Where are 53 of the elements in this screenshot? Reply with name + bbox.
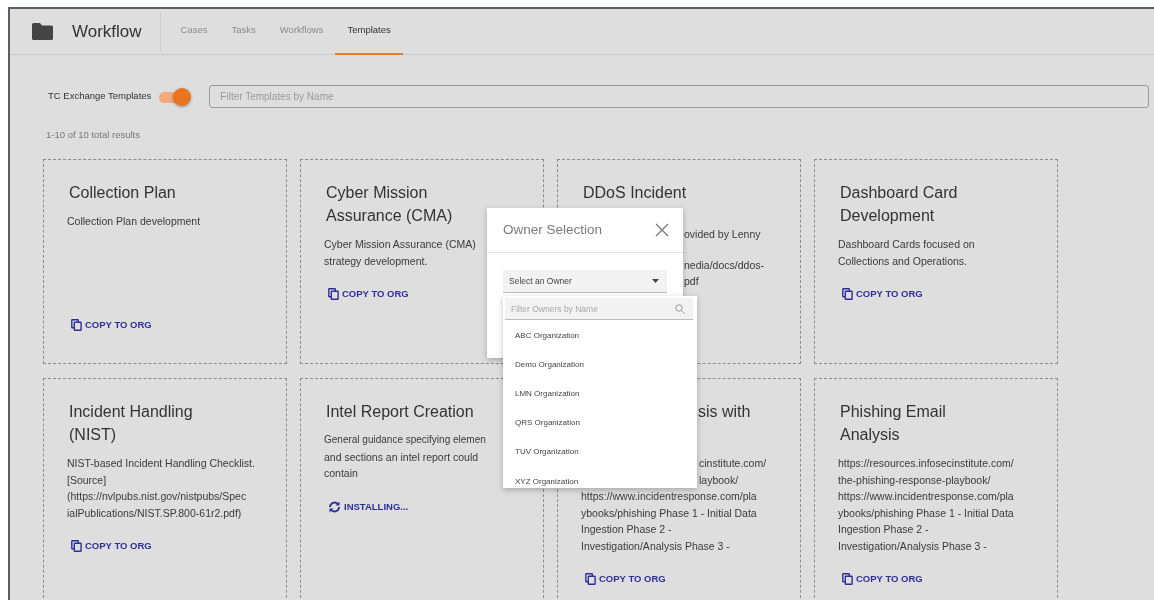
owner-filter-field[interactable]: Filter Owners by Name <box>505 298 693 320</box>
copy-to-org-button[interactable]: COPY TO ORG <box>71 317 152 332</box>
description-fragment: laybook/ <box>699 472 739 488</box>
dialog-title: Owner Selection <box>503 220 603 239</box>
filter-field[interactable]: Filter Templates by Name <box>209 85 1149 108</box>
description-fragment: nedia/docs/ddos- <box>684 257 764 273</box>
owner-option[interactable]: LMN Organization <box>503 379 697 409</box>
copy-icon <box>71 540 82 553</box>
description-fragment: pdf <box>684 274 699 290</box>
copy-to-org-button[interactable]: COPY TO ORG <box>585 572 666 587</box>
owner-select[interactable]: Select an Owner <box>503 270 667 293</box>
copy-icon <box>842 573 853 586</box>
owner-option[interactable]: QRS Organization <box>503 408 697 438</box>
card-title: Collection Plan <box>69 183 177 204</box>
toggle-label: TC Exchange Templates <box>48 89 152 104</box>
card-title: DDoS Incident <box>583 183 688 204</box>
card-title: Cyber Mission Assurance (CMA) <box>326 183 454 227</box>
folder-icon <box>32 23 53 40</box>
card-title: sis with <box>697 402 752 423</box>
card-description: https://www.incidentresponse.com/pla ybooks/phishing Phase 1 - Initial Data Ingestion Phase 2 - Investigation/Analysis Phase 3 - <box>581 489 757 554</box>
card-description: Collection Plan development <box>67 214 201 230</box>
close-icon[interactable] <box>655 223 669 237</box>
card-title: Phishing Email Analysis <box>840 402 947 446</box>
description-fragment: ovided by Lenny <box>684 227 761 243</box>
copy-icon <box>842 288 853 301</box>
owner-option[interactable]: XYZ Organization <box>503 466 697 488</box>
owner-option[interactable]: TUV Organization <box>503 437 697 467</box>
description-fragment: cinstitute.com/ <box>699 456 767 472</box>
sync-icon <box>328 500 341 513</box>
card-title: Intel Report Creation <box>326 402 475 423</box>
card-description: General guidance specifying elemen and sections an intel report could contain <box>324 433 486 482</box>
copy-icon <box>71 318 82 331</box>
copy-to-org-button[interactable]: COPY TO ORG <box>842 572 923 587</box>
copy-to-org-button[interactable]: COPY TO ORG <box>328 287 409 302</box>
copy-to-org-button[interactable]: COPY TO ORG <box>71 539 152 554</box>
app-title: Workflow <box>53 11 161 52</box>
installing-status: INSTALLING... <box>328 499 409 514</box>
toggle-switch[interactable] <box>159 87 192 106</box>
card-description: Cyber Mission Assurance (CMA) strategy development. <box>324 237 476 269</box>
nav-tab[interactable]: Templates <box>335 8 403 55</box>
caret-icon <box>652 279 659 283</box>
search-icon <box>675 304 685 314</box>
copy-icon <box>328 288 339 301</box>
copy-to-org-button[interactable]: COPY TO ORG <box>842 287 923 302</box>
card-description: Dashboard Cards focused on Collections and Operations. <box>838 237 975 269</box>
card-description: NIST-based Incident Handling Checklist. [Source] (https://nvlpubs.nist.gov/nistpubs/Spec ialPublications/NIST.SP.800-61r2.pdf) <box>67 456 255 521</box>
card-description: https://resources.infosecinstitute.com/ the-phishing-response-playbook/ https://www.incidentresponse.com/pla ybooks/phishing Phase 1 - Initial Data Ingestion Phase 2 - Investigation/Analysis Phase 3 - <box>838 456 1014 554</box>
card-title: Incident Handling (NIST) <box>69 402 194 446</box>
card-title: Dashboard Card Development <box>840 183 959 227</box>
owner-option[interactable]: Demo Organization <box>503 350 697 380</box>
owner-option[interactable]: ABC Organization <box>503 321 697 351</box>
result-count: 1-10 of 10 total results <box>45 128 141 142</box>
copy-icon <box>585 573 596 586</box>
